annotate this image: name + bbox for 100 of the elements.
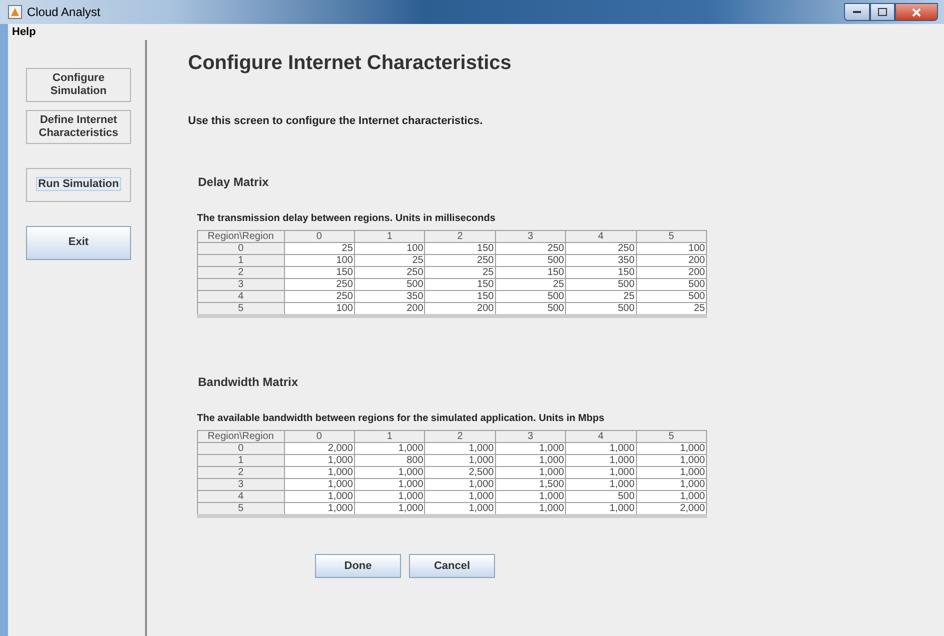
table-cell[interactable]: 1,000	[284, 502, 354, 516]
table-cell[interactable]: 1,000	[566, 442, 636, 454]
table-cell[interactable]: 100	[354, 242, 425, 254]
table-cell[interactable]: 1,000	[284, 466, 354, 478]
table-cell[interactable]: 1,000	[566, 502, 636, 516]
column-header: 1	[354, 230, 425, 242]
table-cell[interactable]: 1,000	[284, 454, 354, 466]
table-cell[interactable]: 250	[354, 266, 425, 278]
table-cell[interactable]: 150	[284, 266, 354, 278]
table-cell[interactable]: 1,000	[495, 442, 566, 454]
table-cell[interactable]: 2,000	[636, 502, 706, 516]
table-cell[interactable]: 25	[424, 266, 496, 278]
table-cell[interactable]: 1,000	[636, 442, 706, 454]
table-cell[interactable]: 1,000	[636, 478, 706, 490]
sidebar-button[interactable]: Exit	[26, 226, 131, 260]
table-cell[interactable]: 25	[284, 242, 354, 254]
table-cell[interactable]: 150	[424, 278, 496, 290]
menu-item[interactable]: Help	[8, 26, 40, 38]
column-header: 5	[636, 230, 706, 242]
row-header: 1	[198, 254, 284, 266]
table-cell[interactable]: 500	[354, 278, 425, 290]
table-cell[interactable]: 1,000	[284, 490, 354, 502]
sidebar-button[interactable]: Define Internet Characteristics	[26, 110, 131, 144]
table-cell[interactable]: 800	[354, 454, 425, 466]
table-cell[interactable]: 1,000	[424, 454, 496, 466]
table-cell[interactable]: 1,500	[495, 478, 566, 490]
table-cell[interactable]: 1,000	[495, 502, 566, 516]
column-header: 0	[284, 230, 354, 242]
table-cell[interactable]: 100	[284, 302, 354, 316]
column-header: 1	[354, 430, 425, 442]
table-cell[interactable]: 1,000	[354, 502, 425, 516]
table-cell[interactable]: 150	[566, 266, 636, 278]
table-cell[interactable]: 1,000	[636, 466, 706, 478]
table-cell[interactable]: 1,000	[636, 454, 706, 466]
column-header: 3	[495, 430, 566, 442]
action-button[interactable]: Cancel	[409, 554, 495, 578]
table-cell[interactable]: 2,000	[284, 442, 354, 454]
window-title: Cloud Analyst	[27, 5, 100, 19]
table-cell[interactable]: 500	[566, 278, 636, 290]
table-cell[interactable]: 250	[495, 242, 566, 254]
table-cell[interactable]: 1,000	[354, 466, 425, 478]
table-cell[interactable]: 200	[424, 302, 496, 316]
table-cell[interactable]: 1,000	[495, 490, 566, 502]
table-cell[interactable]: 1,000	[495, 454, 566, 466]
button-label: Define Internet Characteristics	[38, 114, 118, 139]
table-cell[interactable]: 1,000	[424, 490, 496, 502]
table-cell[interactable]: 350	[566, 254, 636, 266]
table-cell[interactable]: 1,000	[424, 502, 496, 516]
table-cell[interactable]: 1,000	[495, 466, 566, 478]
row-header: 4	[198, 290, 284, 302]
table-cell[interactable]: 500	[566, 490, 636, 502]
table-cell[interactable]: 25	[354, 254, 425, 266]
table-cell[interactable]: 150	[424, 290, 496, 302]
column-header: 4	[566, 230, 636, 242]
maximize-icon	[878, 8, 887, 16]
table-cell[interactable]: 500	[636, 278, 706, 290]
table-cell[interactable]: 350	[354, 290, 425, 302]
sidebar-button[interactable]: Run Simulation	[26, 168, 131, 202]
table-cell[interactable]: 25	[636, 302, 706, 316]
table-cell[interactable]: 100	[636, 242, 706, 254]
table-cell[interactable]: 1,000	[566, 478, 636, 490]
maximize-button[interactable]	[870, 3, 895, 21]
table-cell[interactable]: 25	[566, 290, 636, 302]
table-cell[interactable]: 250	[566, 242, 636, 254]
action-button[interactable]: Done	[315, 554, 401, 578]
close-button[interactable]	[895, 3, 938, 21]
table-cell[interactable]: 1,000	[354, 478, 425, 490]
table-cell[interactable]: 500	[495, 290, 566, 302]
sidebar-button[interactable]: Configure Simulation	[26, 68, 131, 102]
table-cell[interactable]: 1,000	[424, 442, 496, 454]
table-cell[interactable]: 1,000	[566, 454, 636, 466]
table-cell[interactable]: 500	[636, 290, 706, 302]
table-cell[interactable]: 150	[495, 266, 566, 278]
table-cell[interactable]: 250	[284, 290, 354, 302]
table-cell[interactable]: 1,000	[636, 490, 706, 502]
row-header: 3	[198, 478, 284, 490]
table-cell[interactable]: 250	[284, 278, 354, 290]
table-cell[interactable]: 500	[566, 302, 636, 316]
table-cell[interactable]: 1,000	[354, 442, 425, 454]
minimize-button[interactable]	[844, 3, 870, 21]
minimize-icon	[853, 10, 861, 14]
table-cell[interactable]: 200	[636, 266, 706, 278]
table-cell[interactable]: 25	[495, 278, 566, 290]
table-cell[interactable]: 100	[284, 254, 354, 266]
table-cell[interactable]: 200	[354, 302, 425, 316]
table-cell[interactable]: 2,500	[424, 466, 496, 478]
table-cell[interactable]: 250	[424, 254, 496, 266]
column-header: 2	[424, 230, 496, 242]
row-header: 4	[198, 490, 284, 502]
table-cell[interactable]: 1,000	[424, 478, 496, 490]
table-cell[interactable]: 1,000	[566, 466, 636, 478]
table-cell[interactable]: 200	[636, 254, 706, 266]
table-cell[interactable]: 1,000	[284, 478, 354, 490]
table-cell[interactable]: 500	[495, 302, 566, 316]
table-cell[interactable]: 150	[424, 242, 496, 254]
table-cell[interactable]: 500	[495, 254, 566, 266]
table-caption: The transmission delay between regions. Units in milliseconds	[197, 213, 496, 224]
column-header: 5	[636, 430, 706, 442]
table-cell[interactable]: 1,000	[354, 490, 425, 502]
column-header: 2	[424, 430, 496, 442]
